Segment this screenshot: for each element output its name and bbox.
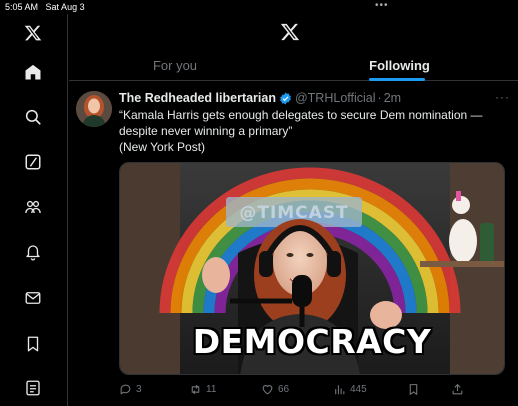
more-options-icon[interactable]: ··· [495, 90, 510, 104]
verified-badge-icon [280, 92, 291, 104]
tweet-text-quote: “Kamala Harris gets enough delegates to … [119, 108, 483, 138]
reply-button[interactable]: 3 [119, 381, 142, 397]
repost-count: 11 [206, 383, 217, 395]
multitasking-dots-icon[interactable]: ••• [375, 0, 389, 11]
heart-icon [262, 384, 273, 394]
separator-dot: · [377, 91, 382, 105]
lists-icon[interactable] [22, 377, 44, 399]
repost-button[interactable]: 11 [189, 381, 216, 397]
bookmark-button[interactable] [407, 381, 424, 397]
views-icon [335, 384, 345, 394]
grok-icon[interactable] [22, 151, 44, 173]
home-icon[interactable] [22, 61, 44, 83]
avatar[interactable] [76, 91, 112, 127]
notifications-icon[interactable] [22, 241, 44, 263]
tab-following[interactable]: Following [281, 50, 518, 81]
media-banner-text: @TIMCAST [239, 203, 349, 223]
handle[interactable]: @TRHLofficial [295, 91, 376, 105]
sidebar-nav [0, 14, 68, 406]
bookmarks-icon[interactable] [22, 333, 44, 355]
views-count: 445 [350, 383, 367, 395]
tweet-text-source: (New York Post) [119, 140, 206, 154]
share-button[interactable] [451, 381, 468, 397]
views-button[interactable]: 445 [333, 381, 367, 397]
reply-icon [120, 384, 131, 394]
tweet-actions: 3 11 66 445 [119, 381, 509, 397]
messages-icon[interactable] [22, 287, 44, 309]
media-caption: DEMOCRACY [192, 322, 432, 361]
like-count: 66 [278, 383, 290, 395]
header-x-logo-icon [280, 22, 300, 42]
status-bar: 5:05 AM Sat Aug 3 ••• [0, 0, 518, 14]
x-logo-icon[interactable] [22, 22, 44, 44]
active-tab-indicator [369, 78, 425, 81]
tweet-header: The Redheaded libertarian @TRHLofficial … [119, 90, 509, 106]
display-name[interactable]: The Redheaded libertarian [119, 91, 276, 105]
timestamp[interactable]: 2m [384, 91, 401, 105]
tweet[interactable]: The Redheaded libertarian @TRHLofficial … [69, 82, 518, 406]
bookmark-icon [409, 383, 418, 395]
communities-icon[interactable] [22, 196, 44, 218]
tweet-text: “Kamala Harris gets enough delegates to … [119, 107, 509, 155]
status-time: 5:05 AM Sat Aug 3 [5, 2, 85, 12]
reply-count: 3 [136, 383, 142, 395]
search-icon[interactable] [22, 106, 44, 128]
repost-icon [191, 384, 200, 394]
like-button[interactable]: 66 [261, 381, 289, 397]
timeline-tabs: For you Following [69, 50, 518, 81]
tab-for-you[interactable]: For you [69, 50, 281, 81]
tweet-media[interactable]: DEMOCRACY @TIMCAST [119, 162, 505, 375]
share-icon [452, 383, 463, 394]
